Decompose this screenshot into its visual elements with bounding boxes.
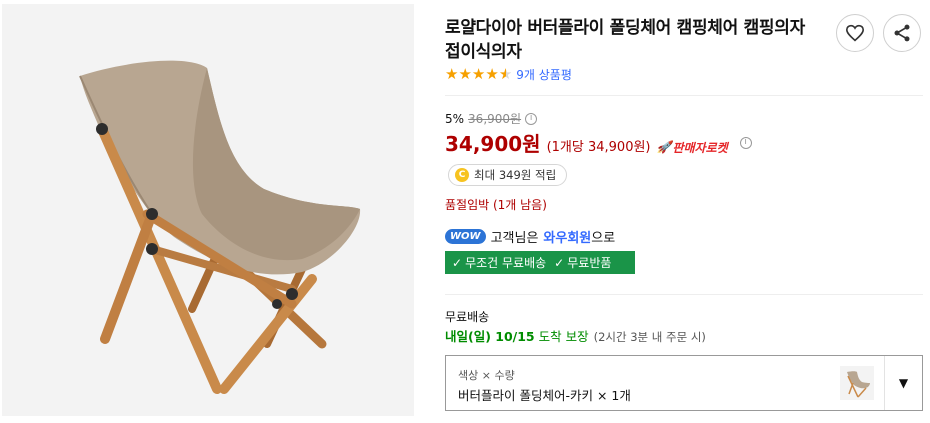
free-shipping-benefit: 무조건 무료배송 xyxy=(465,256,547,270)
rocket-icon: 🚀 xyxy=(656,140,672,154)
discount-row: 5% 36,900원 i xyxy=(445,110,538,127)
divider xyxy=(445,294,923,295)
stock-warning: 품절임박 (1개 남음) xyxy=(445,198,547,212)
delivery-date: 내일(일) 10/15 xyxy=(445,329,535,344)
wow-member-row: WOW 고객님은 와우회원 으로 xyxy=(445,227,615,246)
star-icon: ★ xyxy=(485,65,499,83)
unit-price: (1개당 34,900원) xyxy=(546,140,651,155)
reward-points-badge: C 최대 349원 적립 xyxy=(448,164,568,186)
option-header: 색상 × 수량 xyxy=(458,369,515,382)
shipping-label: 무료배송 xyxy=(445,310,490,324)
check-icon: ✓ xyxy=(554,255,565,270)
heart-icon xyxy=(845,24,865,42)
chair-thumbnail xyxy=(847,371,870,398)
seller-rocket-badge: 🚀 판매자로켓 xyxy=(657,139,728,156)
star-icon: ★ xyxy=(458,65,472,83)
option-thumbnail xyxy=(840,366,874,400)
reward-points-text: 최대 349원 적립 xyxy=(474,168,557,182)
delivery-cutoff-note: (2시간 3분 내 주문 시) xyxy=(593,330,706,344)
original-price: 36,900원 xyxy=(468,112,522,126)
delivery-estimate: 내일(일) 10/15 도착 보장 (2시간 3분 내 주문 시) xyxy=(445,326,706,345)
product-info-panel: 로얄다이아 버터플라이 폴딩체어 캠핑체어 캠핑의자 접이식의자 ★ ★ ★ ★… xyxy=(445,0,925,423)
chair-illustration xyxy=(2,4,414,416)
delivery-guarantee: 도착 보장 xyxy=(538,329,589,344)
review-count-link[interactable]: 9개 상품평 xyxy=(516,66,572,83)
caret-down-icon[interactable]: ▼ xyxy=(884,356,922,410)
option-selector[interactable]: 색상 × 수량 버터플라이 폴딩체어-카키 × 1개 ▼ xyxy=(445,355,923,411)
wishlist-button[interactable] xyxy=(836,14,874,52)
rating-row: ★ ★ ★ ★ ★ 9개 상품평 xyxy=(445,65,572,83)
option-text: 색상 × 수량 버터플라이 폴딩체어-카키 × 1개 xyxy=(446,356,840,410)
info-icon[interactable]: i xyxy=(525,112,538,125)
benefit-bar: ✓ 무조건 무료배송 ✓ 무료반품 xyxy=(445,251,635,274)
free-return-benefit: 무료반품 xyxy=(567,256,612,270)
star-icon: ★ xyxy=(471,65,486,83)
wow-badge: WOW xyxy=(445,229,486,244)
sale-price: 34,900원 xyxy=(445,132,541,156)
option-selected-value: 버터플라이 폴딩체어-카키 × 1개 xyxy=(458,388,631,403)
price-row: 34,900원 (1개당 34,900원) 🚀 판매자로켓 i xyxy=(445,128,752,157)
rocket-badge-label: 판매자로켓 xyxy=(672,140,728,155)
check-icon: ✓ xyxy=(452,255,463,270)
star-icon: ★ xyxy=(445,65,459,83)
product-image[interactable] xyxy=(2,4,414,416)
share-button[interactable] xyxy=(883,14,921,52)
star-half-icon: ★ xyxy=(498,65,513,83)
discount-rate: 5% xyxy=(445,111,465,126)
product-title: 로얄다이아 버터플라이 폴딩체어 캠핑체어 캠핑의자 접이식의자 xyxy=(445,18,805,62)
star-rating: ★ ★ ★ ★ ★ xyxy=(445,66,512,82)
coin-icon: C xyxy=(455,168,469,182)
wow-member-link[interactable]: 와우회원 xyxy=(543,227,591,246)
wow-suffix: 으로 xyxy=(591,231,616,246)
share-icon xyxy=(894,24,910,42)
wow-prefix: 고객님은 xyxy=(490,231,539,246)
divider xyxy=(445,95,923,96)
info-icon[interactable]: i xyxy=(739,136,752,149)
